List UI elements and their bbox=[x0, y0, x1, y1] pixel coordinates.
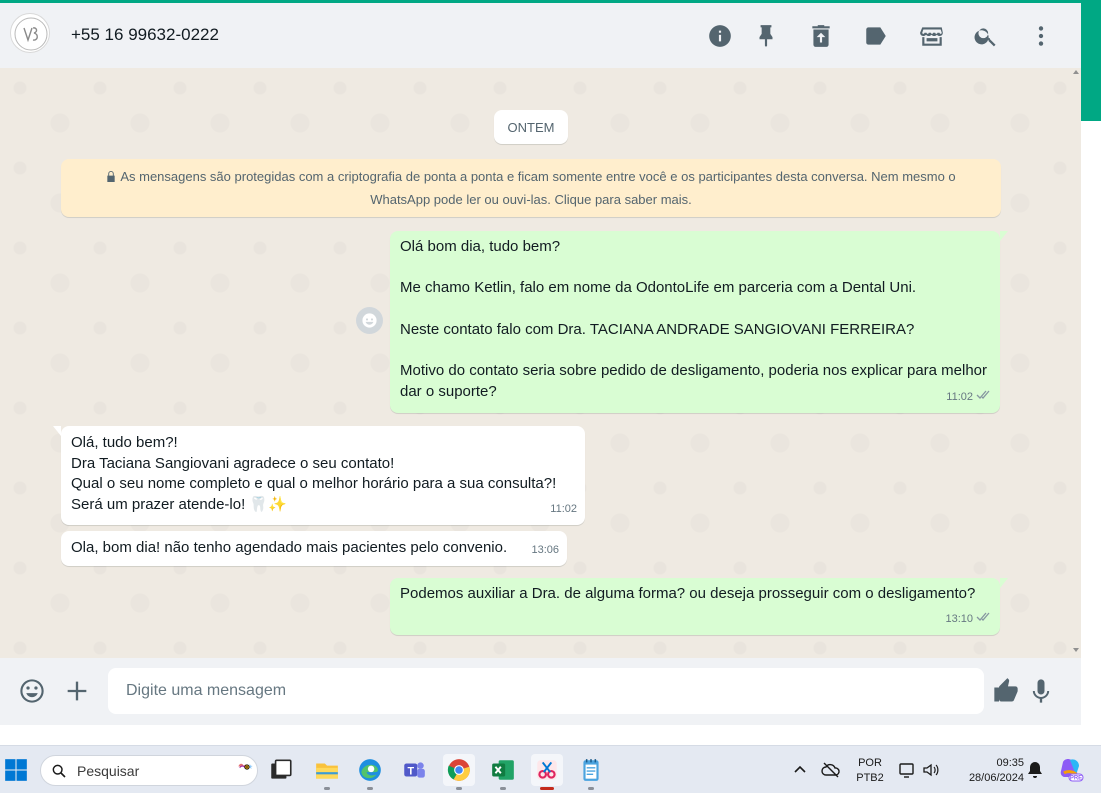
label-icon[interactable] bbox=[863, 23, 889, 49]
avatar-logo-icon bbox=[14, 17, 48, 51]
search-highlight-art-icon bbox=[238, 763, 253, 770]
message-composer bbox=[0, 658, 1081, 725]
language-indicator[interactable]: POR PTB2 bbox=[854, 756, 886, 786]
contact-name[interactable]: +55 16 99632-0222 bbox=[71, 25, 219, 45]
info-icon[interactable] bbox=[707, 23, 733, 49]
chrome-icon[interactable] bbox=[443, 754, 475, 790]
network-icon[interactable] bbox=[898, 760, 918, 780]
search-label: Pesquisar bbox=[77, 762, 140, 779]
chevron-up-icon[interactable] bbox=[790, 760, 810, 780]
read-ticks-icon bbox=[976, 387, 992, 408]
notepad-icon[interactable] bbox=[575, 754, 607, 790]
search-icon bbox=[52, 764, 66, 778]
running-indicator bbox=[367, 787, 373, 790]
copilot-icon[interactable]: PRE bbox=[1058, 756, 1084, 782]
scroll-up-arrow-icon[interactable] bbox=[1073, 70, 1079, 74]
microphone-icon[interactable] bbox=[1027, 677, 1055, 705]
snipping-tool-icon[interactable] bbox=[531, 754, 563, 790]
bubble-tail bbox=[1000, 578, 1008, 588]
bubble-tail bbox=[53, 426, 61, 436]
accent-bar bbox=[1081, 0, 1101, 121]
clock-time: 09:35 bbox=[996, 757, 1024, 769]
running-indicator bbox=[540, 787, 554, 790]
clock-date: 28/06/2024 bbox=[968, 772, 1024, 784]
message-bubble-outgoing[interactable]: Podemos auxiliar a Dra. de alguma forma?… bbox=[390, 578, 1008, 635]
message-meta: 13:06 bbox=[531, 540, 559, 561]
message-text: Olá, tudo bem?! Dra Taciana Sangiovani a… bbox=[71, 434, 557, 514]
lock-icon bbox=[106, 166, 116, 182]
message-bubble-outgoing[interactable]: Olá bom dia, tudo bem? Me chamo Ketlin, … bbox=[390, 231, 1008, 413]
message-text: Podemos auxiliar a Dra. de alguma forma?… bbox=[400, 585, 976, 602]
file-explorer-icon[interactable] bbox=[311, 754, 343, 790]
edge-browser-icon[interactable] bbox=[354, 754, 386, 790]
emoji-icon[interactable] bbox=[18, 677, 46, 705]
teams-icon[interactable]: T bbox=[398, 754, 430, 786]
delete-icon[interactable] bbox=[808, 23, 834, 49]
message-time: 13:10 bbox=[945, 613, 973, 626]
svg-text:T: T bbox=[407, 765, 414, 777]
window-bottom-gap bbox=[0, 725, 1081, 745]
bubble-tail bbox=[1000, 231, 1008, 241]
chat-panel[interactable]: ONTEM As mensagens são protegidas com a … bbox=[0, 68, 1072, 658]
encryption-text: As mensagens são protegidas com a cripto… bbox=[120, 169, 956, 207]
message-meta: 11:02 bbox=[946, 387, 992, 408]
message-time: 11:02 bbox=[550, 503, 577, 516]
message-bubble-incoming[interactable]: Olá, tudo bem?! Dra Taciana Sangiovani a… bbox=[53, 426, 585, 525]
emoji-icon bbox=[362, 313, 377, 328]
windows-taskbar: Pesquisar T POR PTB2 09:35 28/06/2024 PR… bbox=[0, 745, 1101, 793]
date-divider: ONTEM bbox=[494, 110, 568, 144]
store-icon[interactable] bbox=[918, 23, 946, 49]
message-time: 13:06 bbox=[531, 544, 559, 557]
volume-icon[interactable] bbox=[921, 760, 941, 780]
thumbs-up-icon[interactable] bbox=[992, 677, 1020, 705]
reaction-button[interactable] bbox=[356, 307, 383, 334]
language-line2: PTB2 bbox=[856, 772, 884, 784]
message-text: Ola, bom dia! não tenho agendado mais pa… bbox=[71, 539, 508, 556]
attach-plus-icon[interactable] bbox=[63, 677, 91, 705]
language-line1: POR bbox=[858, 757, 882, 769]
running-indicator bbox=[456, 787, 462, 790]
onedrive-offline-icon[interactable] bbox=[821, 760, 841, 780]
message-meta: 13:10 bbox=[945, 609, 992, 630]
running-indicator bbox=[500, 787, 506, 790]
taskbar-search[interactable]: Pesquisar bbox=[40, 755, 258, 786]
contact-avatar[interactable] bbox=[10, 13, 50, 53]
chat-scrollbar[interactable] bbox=[1072, 68, 1081, 658]
message-meta: 11:02 bbox=[550, 499, 577, 520]
scroll-down-arrow-icon[interactable] bbox=[1073, 648, 1079, 652]
task-view-icon[interactable] bbox=[265, 754, 297, 786]
message-bubble-incoming[interactable]: Ola, bom dia! não tenho agendado mais pa… bbox=[61, 531, 567, 566]
menu-icon[interactable] bbox=[1028, 23, 1054, 49]
pin-icon[interactable] bbox=[753, 23, 779, 49]
running-indicator bbox=[588, 787, 594, 790]
preview-badge: PRE bbox=[1070, 776, 1082, 782]
search-icon[interactable] bbox=[973, 23, 999, 49]
clock[interactable]: 09:35 28/06/2024 bbox=[952, 756, 1024, 786]
excel-icon[interactable] bbox=[487, 754, 519, 790]
chat-header: +55 16 99632-0222 bbox=[0, 0, 1081, 68]
encryption-notice[interactable]: As mensagens são protegidas com a cripto… bbox=[61, 159, 1001, 217]
read-ticks-icon bbox=[976, 609, 992, 630]
message-input[interactable] bbox=[108, 668, 984, 714]
running-indicator bbox=[324, 787, 330, 790]
windows-start-icon[interactable] bbox=[0, 754, 32, 786]
message-text: Olá bom dia, tudo bem? Me chamo Ketlin, … bbox=[400, 238, 988, 400]
notification-bell-icon[interactable] bbox=[1025, 760, 1045, 780]
message-time: 11:02 bbox=[946, 391, 973, 404]
